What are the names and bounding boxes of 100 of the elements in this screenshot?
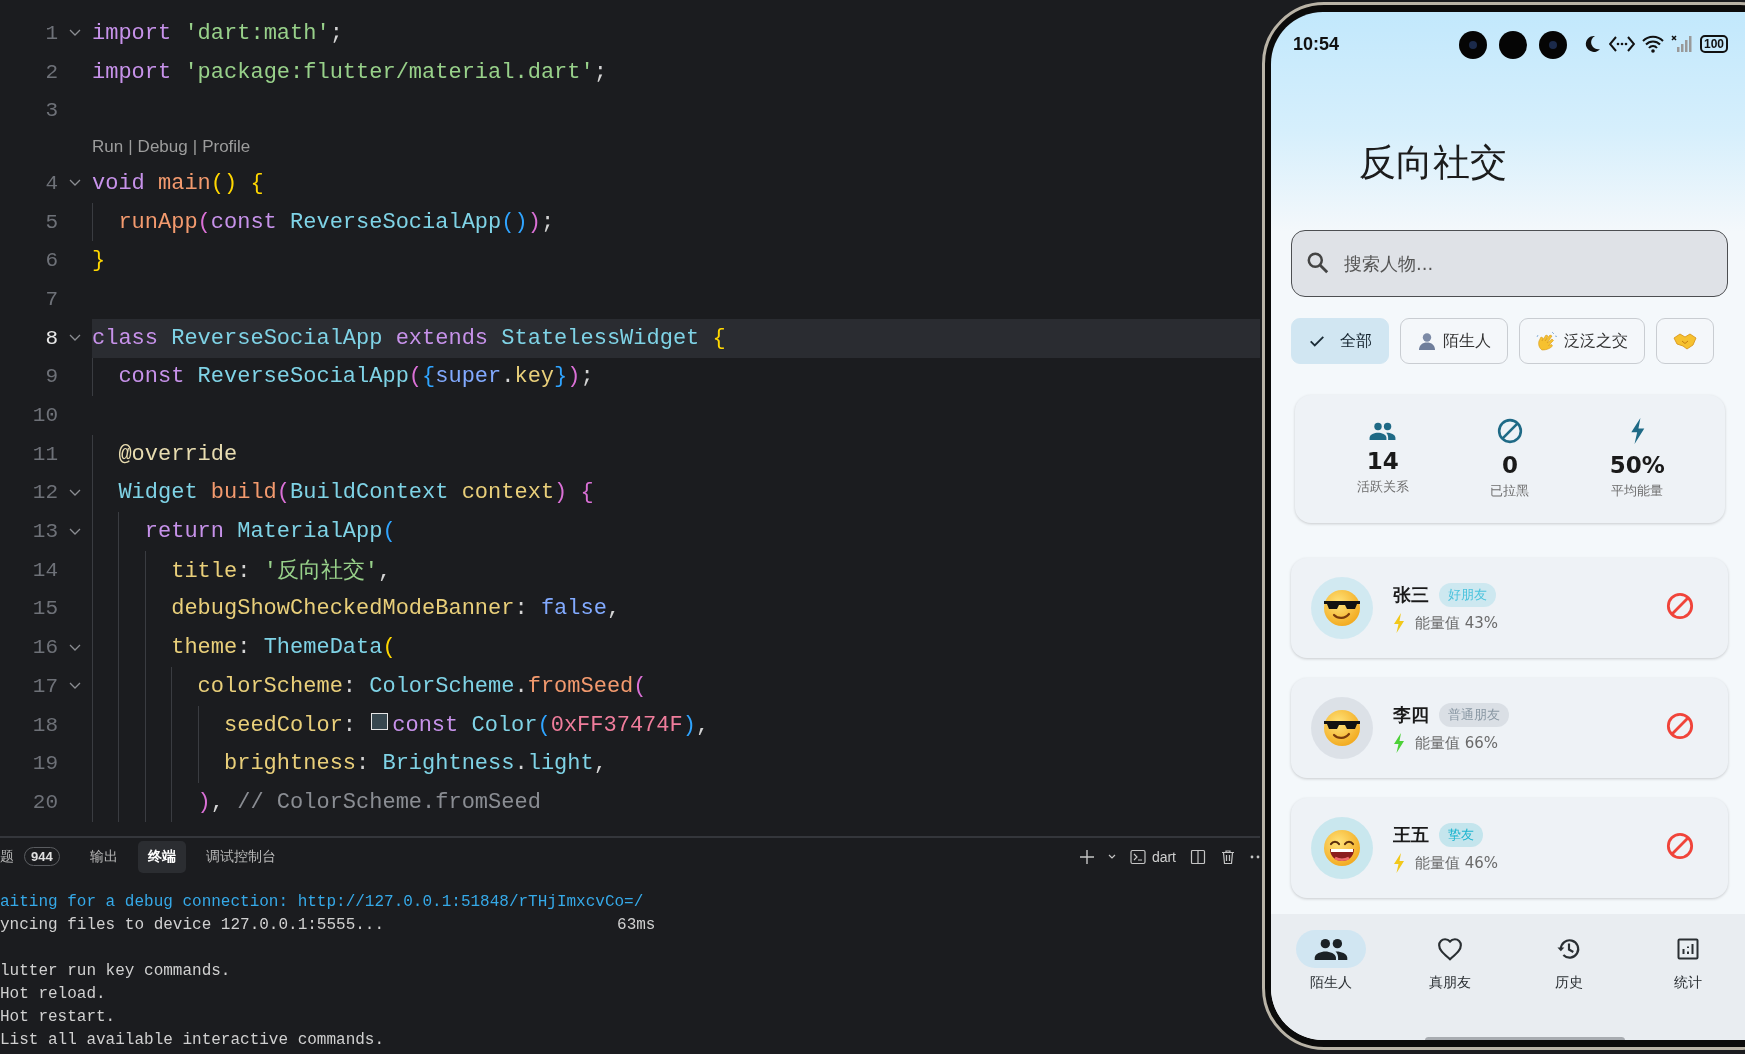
chevron-icon[interactable] <box>69 682 81 691</box>
line-number: 13 <box>31 520 58 544</box>
lightning-icon <box>1629 418 1646 444</box>
code-icon <box>1608 35 1635 53</box>
person-name: 李四 <box>1393 703 1429 727</box>
code-text: ), // ColorScheme.fromSeed <box>197 789 541 815</box>
block-icon[interactable] <box>1666 592 1694 620</box>
stat-value: 0 <box>1501 452 1518 478</box>
energy-value: 能量值 66% <box>1415 733 1499 753</box>
terminal-line: yncing files to device 127.0.0.1:5555... <box>0 916 385 936</box>
panel-tab[interactable]: 终端 <box>137 840 186 873</box>
energy-value: 能量值 46% <box>1415 853 1499 873</box>
color-swatch-icon[interactable] <box>371 712 389 730</box>
trash-icon[interactable] <box>1220 848 1236 865</box>
separator: | <box>192 137 198 158</box>
indent-guide <box>92 357 93 397</box>
line-number: 19 <box>31 752 58 776</box>
wifi-icon <box>1641 35 1664 53</box>
battery-indicator: 100 <box>1699 35 1728 53</box>
nav-item[interactable]: 陌生人 <box>1271 914 1391 1040</box>
line-number: 17 <box>31 674 58 698</box>
add-icon[interactable] <box>1079 849 1094 864</box>
nav-item[interactable]: 历史 <box>1509 914 1629 1040</box>
app-title: 反向社交 <box>1358 140 1508 186</box>
chevron-icon[interactable] <box>69 527 81 536</box>
energy-value: 能量值 43% <box>1415 613 1499 633</box>
camera-icon <box>1458 30 1488 60</box>
timing-text: 63ms <box>617 916 656 936</box>
stat-label: 已拉黑 <box>1490 482 1530 500</box>
chevron-icon[interactable] <box>69 179 81 188</box>
chevron-icon[interactable] <box>69 334 81 343</box>
caret-icon[interactable] <box>1107 854 1116 860</box>
panel-tab[interactable]: 题 944 <box>0 840 70 874</box>
block-icon <box>1497 418 1523 444</box>
line-number: 9 <box>44 365 58 389</box>
line-number: 8 <box>44 326 58 350</box>
nav-item[interactable]: 统计 <box>1628 914 1745 1040</box>
code-text: seedColor: <box>224 712 358 738</box>
terminal-profile[interactable]: dart <box>1151 848 1176 865</box>
filter-chip[interactable]: 全部 <box>1291 318 1389 364</box>
line-number: 5 <box>44 210 58 234</box>
terminal-line: lutter run key commands. <box>0 962 231 982</box>
line-number: 4 <box>44 171 58 195</box>
search-field[interactable]: 搜索人物... <box>1291 230 1728 297</box>
sunglasses-face-icon <box>1322 708 1362 748</box>
indent-guide <box>92 202 93 242</box>
line-number: 3 <box>44 99 58 123</box>
line-number: 2 <box>44 60 58 84</box>
search-icon <box>1305 250 1331 276</box>
code-text: class ReverseSocialApp extends StatelessWidget { <box>92 325 726 351</box>
separator: | <box>128 137 133 158</box>
chevron-icon[interactable] <box>69 488 81 497</box>
panel-tab[interactable]: 输出 <box>79 840 128 873</box>
relation-tag: 挚友 <box>1439 823 1483 847</box>
relation-tag: 好朋友 <box>1439 583 1496 607</box>
codelens-link[interactable]: Debug <box>137 137 188 158</box>
relation-tag: 普通朋友 <box>1439 703 1509 727</box>
people-icon <box>1369 422 1397 440</box>
codelens-link[interactable]: Profile <box>202 137 251 158</box>
line-number: 18 <box>31 713 58 737</box>
terminal-line: aiting for a debug connection: http://127.0.0.1:51848/rTHjImxcvCo=/ <box>0 893 644 913</box>
code-text: import 'dart:math'; <box>92 20 343 46</box>
waving-hand-icon <box>1536 330 1558 352</box>
handshake-icon <box>1673 332 1697 350</box>
line-number: 10 <box>31 404 58 428</box>
chevron-icon[interactable] <box>69 29 81 38</box>
code-text: title: '反向社交', <box>171 557 392 586</box>
code-text: void main() { <box>92 170 264 196</box>
code-text: theme: ThemeData( <box>171 635 396 661</box>
line-number: 20 <box>31 790 58 814</box>
person-name: 王五 <box>1393 823 1429 847</box>
person-card[interactable]: 张三 好朋友 能量值 43% <box>1291 558 1728 658</box>
terminal-icon[interactable] <box>1129 848 1146 865</box>
person-card[interactable]: 李四 普通朋友 能量值 66% <box>1291 678 1728 778</box>
line-number: 6 <box>44 249 58 273</box>
panel-tab[interactable]: 调试控制台 <box>195 840 286 873</box>
line-number: 14 <box>31 558 58 582</box>
split-icon[interactable] <box>1190 848 1206 865</box>
filter-chip[interactable]: 陌生人 <box>1400 318 1508 364</box>
terminal-line: List all available interactive commands. <box>0 1031 385 1051</box>
people-icon <box>1313 937 1348 961</box>
nav-item[interactable]: 真朋友 <box>1390 914 1510 1040</box>
block-icon[interactable] <box>1666 832 1694 860</box>
filter-chip[interactable]: 泛泛之交 <box>1519 318 1645 364</box>
chevron-icon[interactable] <box>69 643 81 652</box>
camera-icon <box>1538 30 1568 60</box>
signal-icon <box>1670 35 1693 53</box>
laughing-face-icon <box>1322 828 1362 868</box>
line-number: 16 <box>31 636 58 660</box>
person-card[interactable]: 王五 挚友 能量值 46% <box>1291 798 1728 898</box>
stat-label: 活跃关系 <box>1356 478 1409 496</box>
terminal-line: Hot restart. <box>0 1008 116 1028</box>
codelens-link[interactable]: Run <box>92 137 124 158</box>
code-text: runApp(const ReverseSocialApp()); <box>118 209 555 235</box>
code-text: const ReverseSocialApp({super.key}); <box>118 364 594 390</box>
code-text: import 'package:flutter/material.dart'; <box>92 59 607 85</box>
line-number: 7 <box>44 287 58 311</box>
block-icon[interactable] <box>1666 712 1694 740</box>
code-text: debugShowCheckedModeBanner: false, <box>171 596 621 622</box>
terminal-line: Hot reload. <box>0 985 106 1005</box>
